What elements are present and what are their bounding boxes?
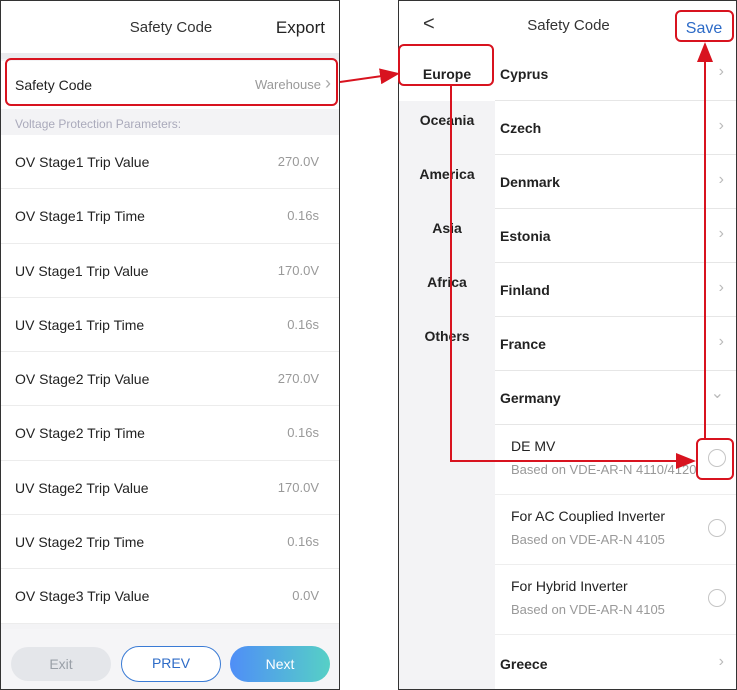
option-desc: Based on VDE-AR-N 4110/4120 <box>511 462 697 477</box>
country-name: Greece <box>500 656 548 672</box>
country-france[interactable]: France › <box>495 317 736 371</box>
highlight-safety-code <box>5 58 338 106</box>
param-row[interactable]: UV Stage1 Trip Time 0.16s <box>1 297 339 353</box>
country-list: Cyprus › Czech › Denmark › Estonia › Fin… <box>495 47 736 689</box>
chevron-right-icon: › <box>718 63 724 80</box>
country-denmark[interactable]: Denmark › <box>495 155 736 209</box>
section-header: Voltage Protection Parameters: <box>15 117 182 131</box>
arrow-to-europe <box>339 68 400 85</box>
region-asia[interactable]: Asia <box>399 201 495 255</box>
param-value: 0.16s <box>287 425 319 441</box>
param-row[interactable]: OV Stage3 Trip Value 0.0V <box>1 569 339 624</box>
param-value: 170.0V <box>277 479 319 495</box>
export-button[interactable]: Export <box>276 18 325 38</box>
option-desc: Based on VDE-AR-N 4105 <box>511 602 665 617</box>
chevron-right-icon: › <box>718 117 724 134</box>
param-value: 0.16s <box>287 316 319 332</box>
region-america[interactable]: America <box>399 147 495 201</box>
country-name: Czech <box>500 120 542 136</box>
country-czech[interactable]: Czech › <box>495 101 736 155</box>
param-row[interactable]: UV Stage1 Trip Value 170.0V <box>1 243 339 298</box>
country-finland[interactable]: Finland › <box>495 263 736 317</box>
right-screen: < Safety Code Save Europe Oceania Americ… <box>398 0 737 690</box>
option-ac-coupled-inverter[interactable]: For AC Couplied Inverter Based on VDE-AR… <box>495 495 736 565</box>
country-name: Germany <box>500 390 561 406</box>
option-name: For AC Couplied Inverter <box>511 508 666 524</box>
region-oceania[interactable]: Oceania <box>399 93 495 147</box>
chevron-right-icon: › <box>718 279 724 296</box>
country-name: France <box>500 336 546 352</box>
param-label: OV Stage1 Trip Value <box>15 154 150 170</box>
param-value: 0.0V <box>292 588 319 604</box>
footer-bar: Exit PREV Next <box>1 629 339 689</box>
param-row[interactable]: UV Stage2 Trip Time 0.16s <box>1 515 339 570</box>
option-name: DE MV <box>511 438 556 454</box>
option-name: For Hybrid Inverter <box>511 578 628 594</box>
region-africa[interactable]: Africa <box>399 255 495 309</box>
param-value: 0.16s <box>287 208 319 224</box>
next-button[interactable]: Next <box>230 646 330 682</box>
param-row[interactable]: OV Stage1 Trip Value 270.0V <box>1 135 339 190</box>
prev-button[interactable]: PREV <box>121 646 221 682</box>
country-name: Estonia <box>500 228 551 244</box>
option-hybrid-inverter[interactable]: For Hybrid Inverter Based on VDE-AR-N 41… <box>495 565 736 635</box>
param-label: OV Stage2 Trip Time <box>15 425 145 442</box>
option-desc: Based on VDE-AR-N 4105 <box>511 532 665 547</box>
highlight-save <box>675 10 734 42</box>
param-row[interactable]: OV Stage2 Trip Value 270.0V <box>1 352 339 407</box>
radio-button[interactable] <box>708 519 726 537</box>
exit-button[interactable]: Exit <box>11 647 111 681</box>
param-row[interactable]: OV Stage1 Trip Time 0.16s <box>1 189 339 244</box>
param-value: 170.0V <box>277 262 319 278</box>
country-name: Cyprus <box>500 66 549 82</box>
parameter-list: OV Stage1 Trip Value 270.0V OV Stage1 Tr… <box>1 135 339 624</box>
param-value: 270.0V <box>277 371 319 387</box>
param-label: UV Stage2 Trip Value <box>15 479 149 496</box>
country-name: Finland <box>500 282 550 298</box>
region-sidebar: Europe Oceania America Asia Africa Other… <box>399 47 495 689</box>
param-row[interactable]: UV Stage2 Trip Value 170.0V <box>1 460 339 516</box>
param-label: UV Stage2 Trip Time <box>15 534 145 551</box>
param-row[interactable]: OV Stage2 Trip Time 0.16s <box>1 406 339 461</box>
param-label: UV Stage1 Trip Time <box>15 316 145 333</box>
highlight-de-mv-radio <box>696 438 734 480</box>
param-label: OV Stage1 Trip Time <box>15 208 145 225</box>
chevron-right-icon: › <box>718 653 724 670</box>
country-estonia[interactable]: Estonia › <box>495 209 736 263</box>
radio-button[interactable] <box>708 589 726 607</box>
chevron-right-icon: › <box>718 333 724 350</box>
chevron-right-icon: › <box>718 225 724 242</box>
left-header: Safety Code Export <box>1 1 339 53</box>
param-label: UV Stage1 Trip Value <box>15 262 149 279</box>
region-others[interactable]: Others <box>399 309 495 363</box>
param-label: OV Stage3 Trip Value <box>15 588 150 605</box>
country-cyprus[interactable]: Cyprus › <box>495 47 736 101</box>
highlight-europe <box>398 44 494 86</box>
chevron-right-icon: › <box>718 171 724 188</box>
country-greece[interactable]: Greece › <box>495 637 736 689</box>
country-germany[interactable]: Germany ⌄ <box>495 371 736 425</box>
param-value: 270.0V <box>277 154 319 169</box>
param-value: 0.16s <box>287 534 319 550</box>
country-name: Denmark <box>500 174 560 190</box>
chevron-down-icon: ⌄ <box>710 385 724 402</box>
param-label: OV Stage2 Trip Value <box>15 371 150 388</box>
